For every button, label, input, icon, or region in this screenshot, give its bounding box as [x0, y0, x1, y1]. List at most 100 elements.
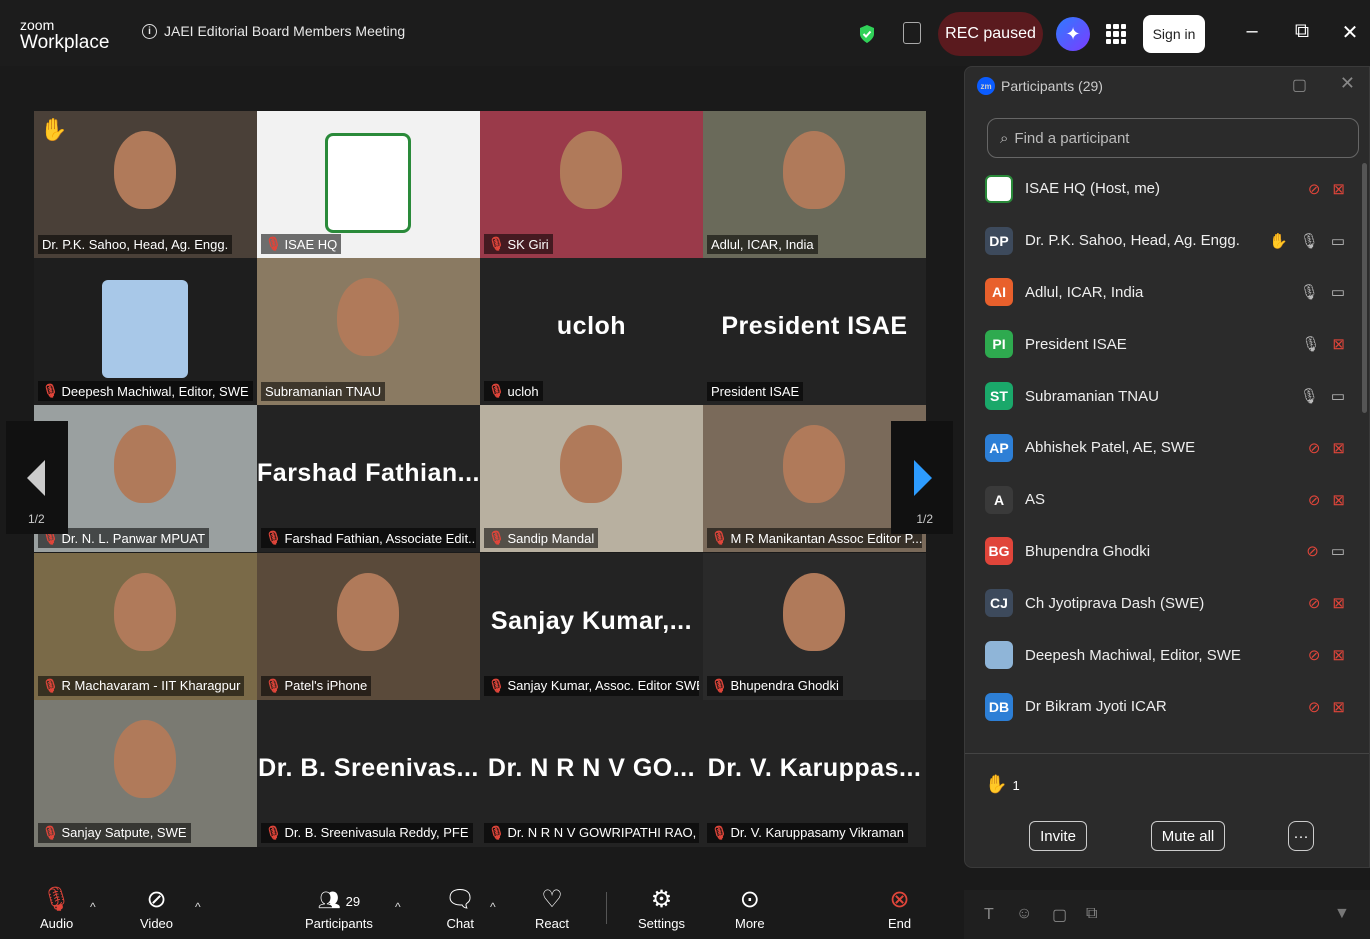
- video-tile[interactable]: Subramanian TNAU: [257, 258, 480, 406]
- panel-popout-icon[interactable]: ▢: [1292, 75, 1307, 95]
- mic-muted-icon[interactable]: ⊘: [1308, 180, 1321, 198]
- camera-off-icon[interactable]: ⊠: [1332, 698, 1345, 716]
- video-tile[interactable]: Adlul, ICAR, India: [703, 111, 926, 258]
- mic-icon[interactable]: 🎙︎: [1300, 283, 1319, 301]
- video-tile[interactable]: 🎙︎ ISAE HQ: [257, 111, 480, 258]
- mic-muted-icon: 🎙︎: [265, 677, 282, 693]
- video-tile[interactable]: ✋ Dr. P.K. Sahoo, Head, Ag. Engg.: [34, 111, 257, 258]
- send-icon[interactable]: ▼: [1334, 905, 1350, 923]
- video-tile[interactable]: Dr. B. Sreenivas... 🎙︎ Dr. B. Sreenivasula…: [257, 699, 480, 847]
- mic-muted-icon[interactable]: ⊘: [1308, 594, 1321, 612]
- participant-row[interactable]: BG Bhupendra Ghodki ⊘ ▭: [965, 526, 1370, 578]
- participant-face: [783, 425, 845, 504]
- video-tile[interactable]: 🎙︎ Sandip Mandal: [480, 405, 703, 553]
- meeting-toolbar: 🎙︎ Audio ^ ⊘ Video ^ 👥︎ 29 Participants …: [0, 878, 955, 939]
- invite-button[interactable]: Invite: [1029, 821, 1087, 851]
- format-text-icon[interactable]: T: [984, 906, 994, 924]
- chat-input-bar[interactable]: T ☺ ▢ ⧉ ▼: [964, 890, 1370, 939]
- display-name-large: Dr. N R N V GO...: [487, 753, 696, 782]
- camera-icon[interactable]: ▭: [1331, 232, 1345, 250]
- camera-off-icon[interactable]: ⊠: [1332, 646, 1345, 664]
- video-tile[interactable]: 🎙︎ Bhupendra Ghodki: [703, 552, 926, 700]
- video-tile[interactable]: Sanjay Kumar,... 🎙︎ Sanjay Kumar, Assoc. E…: [480, 552, 703, 700]
- video-tile[interactable]: 🎙︎ Sanjay Satpute, SWE: [34, 699, 257, 847]
- participant-name: Sanjay Satpute, SWE: [61, 825, 187, 841]
- mic-icon[interactable]: 🎙︎: [1300, 232, 1319, 250]
- chat-options-caret[interactable]: ^: [490, 900, 496, 914]
- video-tile[interactable]: 🎙︎ Patel's iPhone: [257, 552, 480, 700]
- audio-options-caret[interactable]: ^: [90, 900, 96, 914]
- video-tile[interactable]: 🎙︎ SK Giri: [480, 111, 703, 258]
- camera-off-icon[interactable]: ⊠: [1332, 335, 1345, 353]
- participant-row[interactable]: Deepesh Machiwal, Editor, SWE ⊘ ⊠: [965, 629, 1370, 681]
- mute-all-button[interactable]: Mute all: [1151, 821, 1225, 851]
- file-icon[interactable]: ▢: [1052, 905, 1067, 925]
- apps-grid-icon[interactable]: [1106, 24, 1126, 44]
- video-tile[interactable]: Dr. V. Karuppas... 🎙︎ Dr. V. Karuppasamy V…: [703, 699, 926, 847]
- video-tile[interactable]: ucloh 🎙︎ ucloh: [480, 258, 703, 406]
- participant-row[interactable]: ISAE HQ (Host, me) ⊘ ⊠: [965, 163, 1370, 215]
- participant-row[interactable]: CJ Ch Jyotiprava Dash (SWE) ⊘ ⊠: [965, 577, 1370, 629]
- ai-companion-icon[interactable]: ✦: [1056, 17, 1090, 51]
- recording-status-button[interactable]: REC paused: [938, 12, 1043, 56]
- shield-icon[interactable]: [858, 24, 876, 44]
- sign-in-button[interactable]: Sign in: [1143, 15, 1205, 53]
- panel-more-button[interactable]: ···: [1288, 821, 1314, 851]
- restore-button[interactable]: ⧉: [1288, 20, 1316, 43]
- participants-button[interactable]: 👥︎ 29 Participants: [305, 884, 373, 931]
- camera-off-icon[interactable]: ⊠: [1332, 439, 1345, 457]
- prev-page-button[interactable]: 1/2: [6, 421, 68, 534]
- notes-icon[interactable]: [903, 22, 921, 44]
- chat-button[interactable]: 🗨︎ Chat: [445, 884, 475, 931]
- video-options-caret[interactable]: ^: [195, 900, 201, 914]
- camera-off-icon[interactable]: ⊠: [1332, 594, 1345, 612]
- more-button[interactable]: ⊙ More: [735, 884, 765, 931]
- participant-row[interactable]: ST Subramanian TNAU 🎙︎ ▭: [965, 370, 1370, 422]
- participant-list-scrollbar[interactable]: [1362, 163, 1367, 413]
- participant-row[interactable]: PI President ISAE 🎙︎ ⊠: [965, 318, 1370, 370]
- close-button[interactable]: ✕: [1336, 20, 1364, 45]
- camera-off-icon[interactable]: ⊠: [1332, 180, 1345, 198]
- mic-icon[interactable]: 🎙︎: [1300, 387, 1319, 405]
- emoji-icon[interactable]: ☺: [1016, 905, 1032, 923]
- mic-icon[interactable]: 🎙︎: [1301, 335, 1320, 353]
- camera-off-icon[interactable]: ⊠: [1332, 491, 1345, 509]
- participant-row[interactable]: AP Abhishek Patel, AE, SWE ⊘ ⊠: [965, 422, 1370, 474]
- participants-options-caret[interactable]: ^: [395, 900, 401, 914]
- panel-close-icon[interactable]: ✕: [1340, 73, 1355, 94]
- video-tile[interactable]: President ISAE President ISAE: [703, 258, 926, 406]
- end-button[interactable]: ⊗ End: [888, 884, 911, 931]
- mic-muted-icon[interactable]: ⊘: [1308, 698, 1321, 716]
- participant-row[interactable]: DB Dr Bikram Jyoti ICAR ⊘ ⊠: [965, 681, 1370, 733]
- screenshot-icon[interactable]: ⧉: [1086, 905, 1097, 923]
- end-label: End: [888, 916, 912, 931]
- next-page-button[interactable]: 1/2: [891, 421, 953, 534]
- video-tile[interactable]: Dr. N R N V GO... 🎙︎ Dr. N R N V GOWRIPATH…: [480, 699, 703, 847]
- video-button[interactable]: ⊘ Video: [140, 884, 173, 931]
- participant-row[interactable]: AI Adlul, ICAR, India 🎙︎ ▭: [965, 267, 1370, 319]
- video-tile[interactable]: 🎙︎ R Machavaram - IIT Kharagpur: [34, 552, 257, 700]
- camera-icon[interactable]: ▭: [1331, 283, 1345, 301]
- participant-row[interactable]: A AS ⊘ ⊠: [965, 474, 1370, 526]
- react-button[interactable]: ♡ React: [535, 884, 569, 931]
- info-icon[interactable]: i: [142, 23, 157, 39]
- participant-avatar: CJ: [985, 589, 1013, 618]
- video-tile[interactable]: Farshad Fathian... 🎙︎ Farshad Fathian, Ass…: [257, 405, 480, 553]
- camera-icon[interactable]: ▭: [1331, 387, 1345, 405]
- mic-muted-icon[interactable]: ⊘: [1308, 646, 1321, 664]
- audio-button[interactable]: 🎙︎ Audio: [40, 884, 73, 931]
- meeting-info[interactable]: i JAEI Editorial Board Members Meeting: [142, 23, 405, 39]
- participant-name: Sanjay Kumar, Assoc. Editor SWE: [507, 678, 699, 694]
- mic-muted-icon[interactable]: ⊘: [1308, 491, 1321, 509]
- participant-name: Dr Bikram Jyoti ICAR: [1025, 698, 1167, 716]
- participant-row[interactable]: DP Dr. P.K. Sahoo, Head, Ag. Engg. ✋ 🎙︎ ▭: [965, 215, 1370, 267]
- participant-status-icons: 🎙︎ ▭: [1300, 387, 1345, 405]
- participant-search-input[interactable]: ⌕ Find a participant: [987, 118, 1359, 158]
- camera-icon[interactable]: ▭: [1331, 542, 1345, 560]
- minimize-button[interactable]: –: [1238, 20, 1266, 43]
- settings-button[interactable]: ⚙ Settings: [638, 884, 685, 931]
- chevron-left-icon: [27, 459, 45, 496]
- mic-muted-icon[interactable]: ⊘: [1306, 542, 1319, 560]
- video-tile[interactable]: 🎙︎ Deepesh Machiwal, Editor, SWE: [34, 258, 257, 406]
- mic-muted-icon[interactable]: ⊘: [1308, 439, 1321, 457]
